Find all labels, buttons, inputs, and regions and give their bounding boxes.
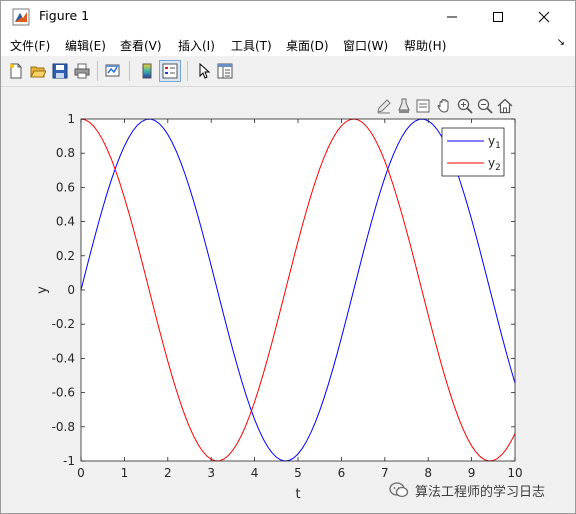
x-axis-label: t bbox=[295, 487, 300, 502]
y-tick-label: -0.2 bbox=[52, 317, 75, 331]
x-tick-label: 5 bbox=[294, 466, 302, 480]
plot-axes[interactable]: 0 1 2 3 4 5 6 7 8 9 10 1 0.8 0.6 0.4 0.2 0 -0.2 -0.4 -0.6 -0… bbox=[1, 1, 575, 513]
wechat-icon bbox=[389, 482, 409, 498]
watermark-text: 算法工程师的学习日志 bbox=[415, 484, 546, 500]
y-tick-label: 0.2 bbox=[56, 249, 75, 263]
x-tick-label: 2 bbox=[164, 466, 172, 480]
y-tick-label: 1 bbox=[67, 112, 75, 126]
figure-window: Figure 1 文件(F) 编辑(E) 查看(V) 插入(I) 工具(T) 桌… bbox=[0, 0, 576, 514]
legend[interactable]: y1y2 bbox=[441, 127, 505, 177]
y-tick-label: 0.4 bbox=[56, 215, 75, 229]
x-tick-label: 1 bbox=[121, 466, 129, 480]
x-tick-label: 6 bbox=[338, 466, 346, 480]
watermark: 算法工程师的学习日志 bbox=[389, 479, 545, 501]
y-tick-label: -0.6 bbox=[52, 386, 75, 400]
y-tick-label: -1 bbox=[63, 454, 75, 468]
y-tick-label: -0.8 bbox=[52, 420, 75, 434]
x-tick-label: 7 bbox=[381, 466, 389, 480]
y-tick-label: 0.8 bbox=[56, 146, 75, 160]
y-axis-label: y bbox=[35, 286, 50, 294]
y-tick-label: 0 bbox=[67, 283, 75, 297]
x-tick-label: 4 bbox=[251, 466, 259, 480]
x-tick-label: 8 bbox=[424, 466, 432, 480]
x-tick-label: 9 bbox=[468, 466, 476, 480]
x-tick-label: 10 bbox=[507, 466, 522, 480]
y-tick-label: -0.4 bbox=[52, 351, 75, 365]
y-tick-label: 0.6 bbox=[56, 180, 75, 194]
x-tick-label: 0 bbox=[77, 466, 85, 480]
x-tick-label: 3 bbox=[207, 466, 215, 480]
